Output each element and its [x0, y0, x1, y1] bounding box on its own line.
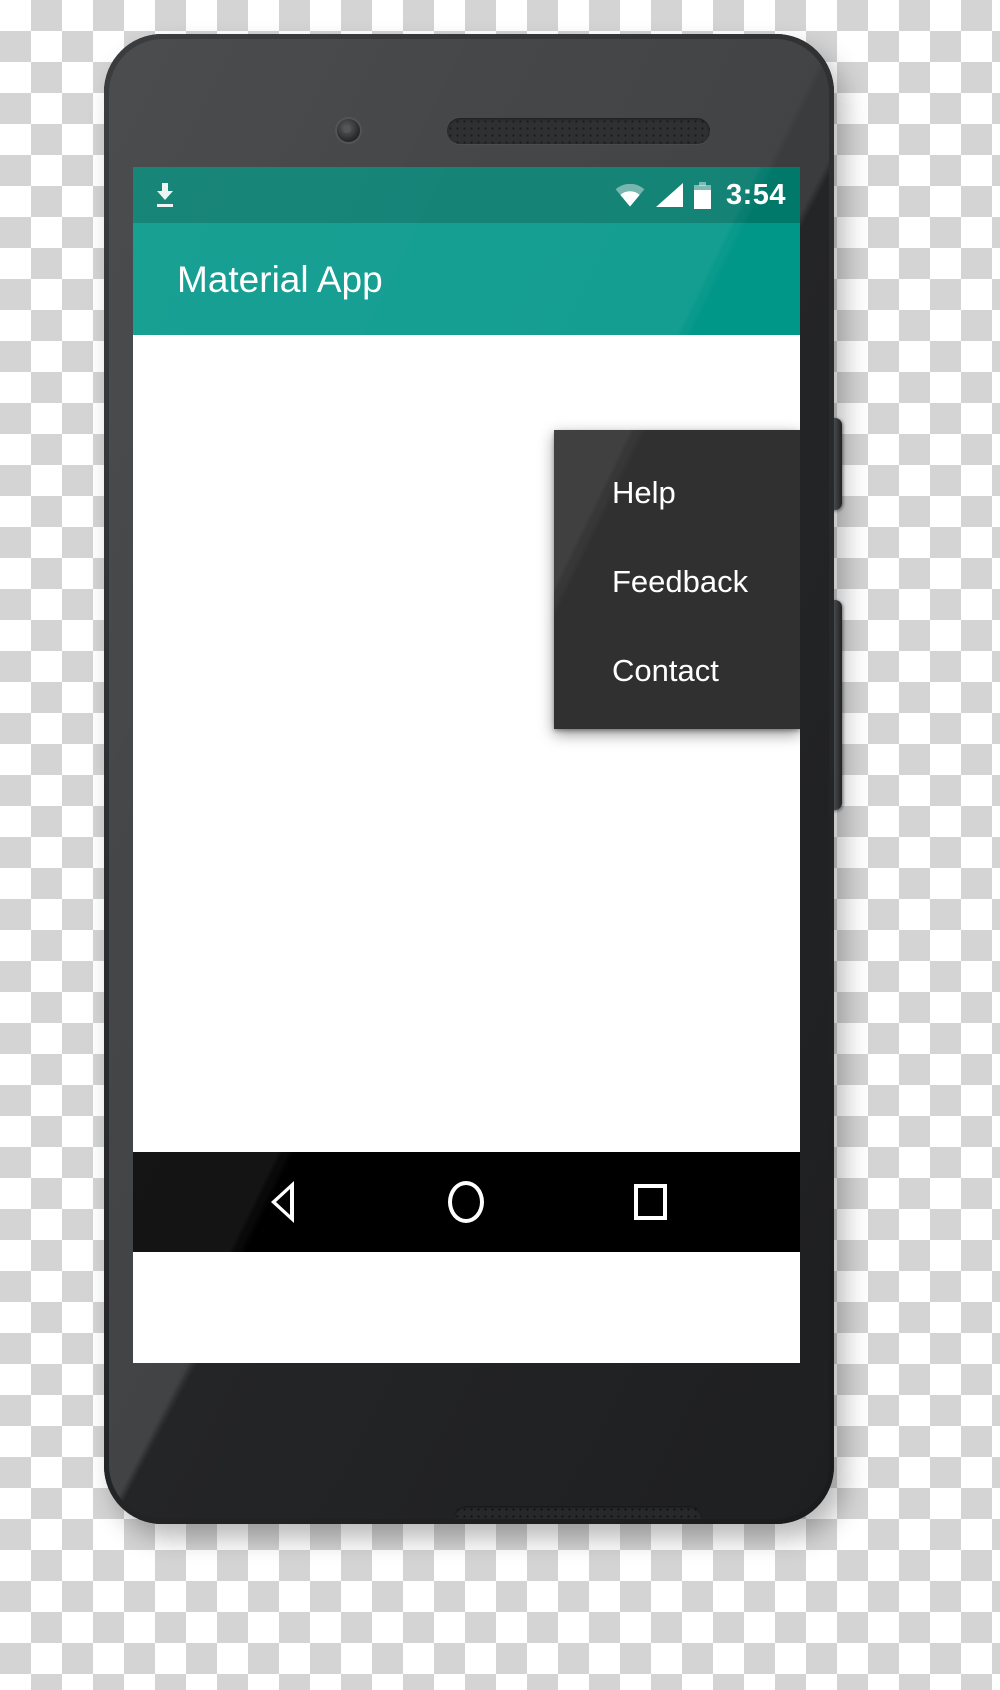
status-bar-system-icons: 3:54	[615, 179, 786, 212]
triangle-left-icon	[271, 1181, 295, 1223]
screenshot-canvas: 3:54 Material App Help Feedback Contact	[0, 0, 1000, 1690]
status-bar-notifications	[155, 182, 175, 208]
circle-icon	[448, 1181, 485, 1223]
square-icon	[633, 1184, 667, 1220]
earpiece-speaker-grille	[447, 118, 710, 144]
phone-screen: 3:54 Material App Help Feedback Contact	[133, 167, 800, 1363]
wifi-icon	[615, 183, 645, 207]
battery-icon	[693, 181, 711, 209]
system-navigation-bar	[133, 1152, 800, 1252]
overflow-popup-menu[interactable]: Help Feedback Contact	[554, 430, 800, 729]
page-title: Material App	[177, 258, 383, 300]
home-button[interactable]	[423, 1159, 509, 1245]
app-bar: Material App	[133, 223, 800, 335]
front-camera-icon	[337, 119, 360, 142]
download-icon	[155, 182, 175, 208]
recents-button[interactable]	[607, 1159, 693, 1245]
status-bar-clock: 3:54	[725, 178, 786, 211]
bottom-speaker-grille	[454, 1506, 702, 1519]
menu-item-contact[interactable]: Contact	[554, 626, 800, 715]
menu-item-help[interactable]: Help	[554, 448, 800, 537]
status-bar: 3:54	[133, 167, 800, 223]
back-button[interactable]	[240, 1159, 326, 1245]
menu-item-feedback[interactable]: Feedback	[554, 537, 800, 626]
cellular-signal-icon	[655, 183, 683, 207]
content-area: Help Feedback Contact	[133, 335, 800, 1152]
